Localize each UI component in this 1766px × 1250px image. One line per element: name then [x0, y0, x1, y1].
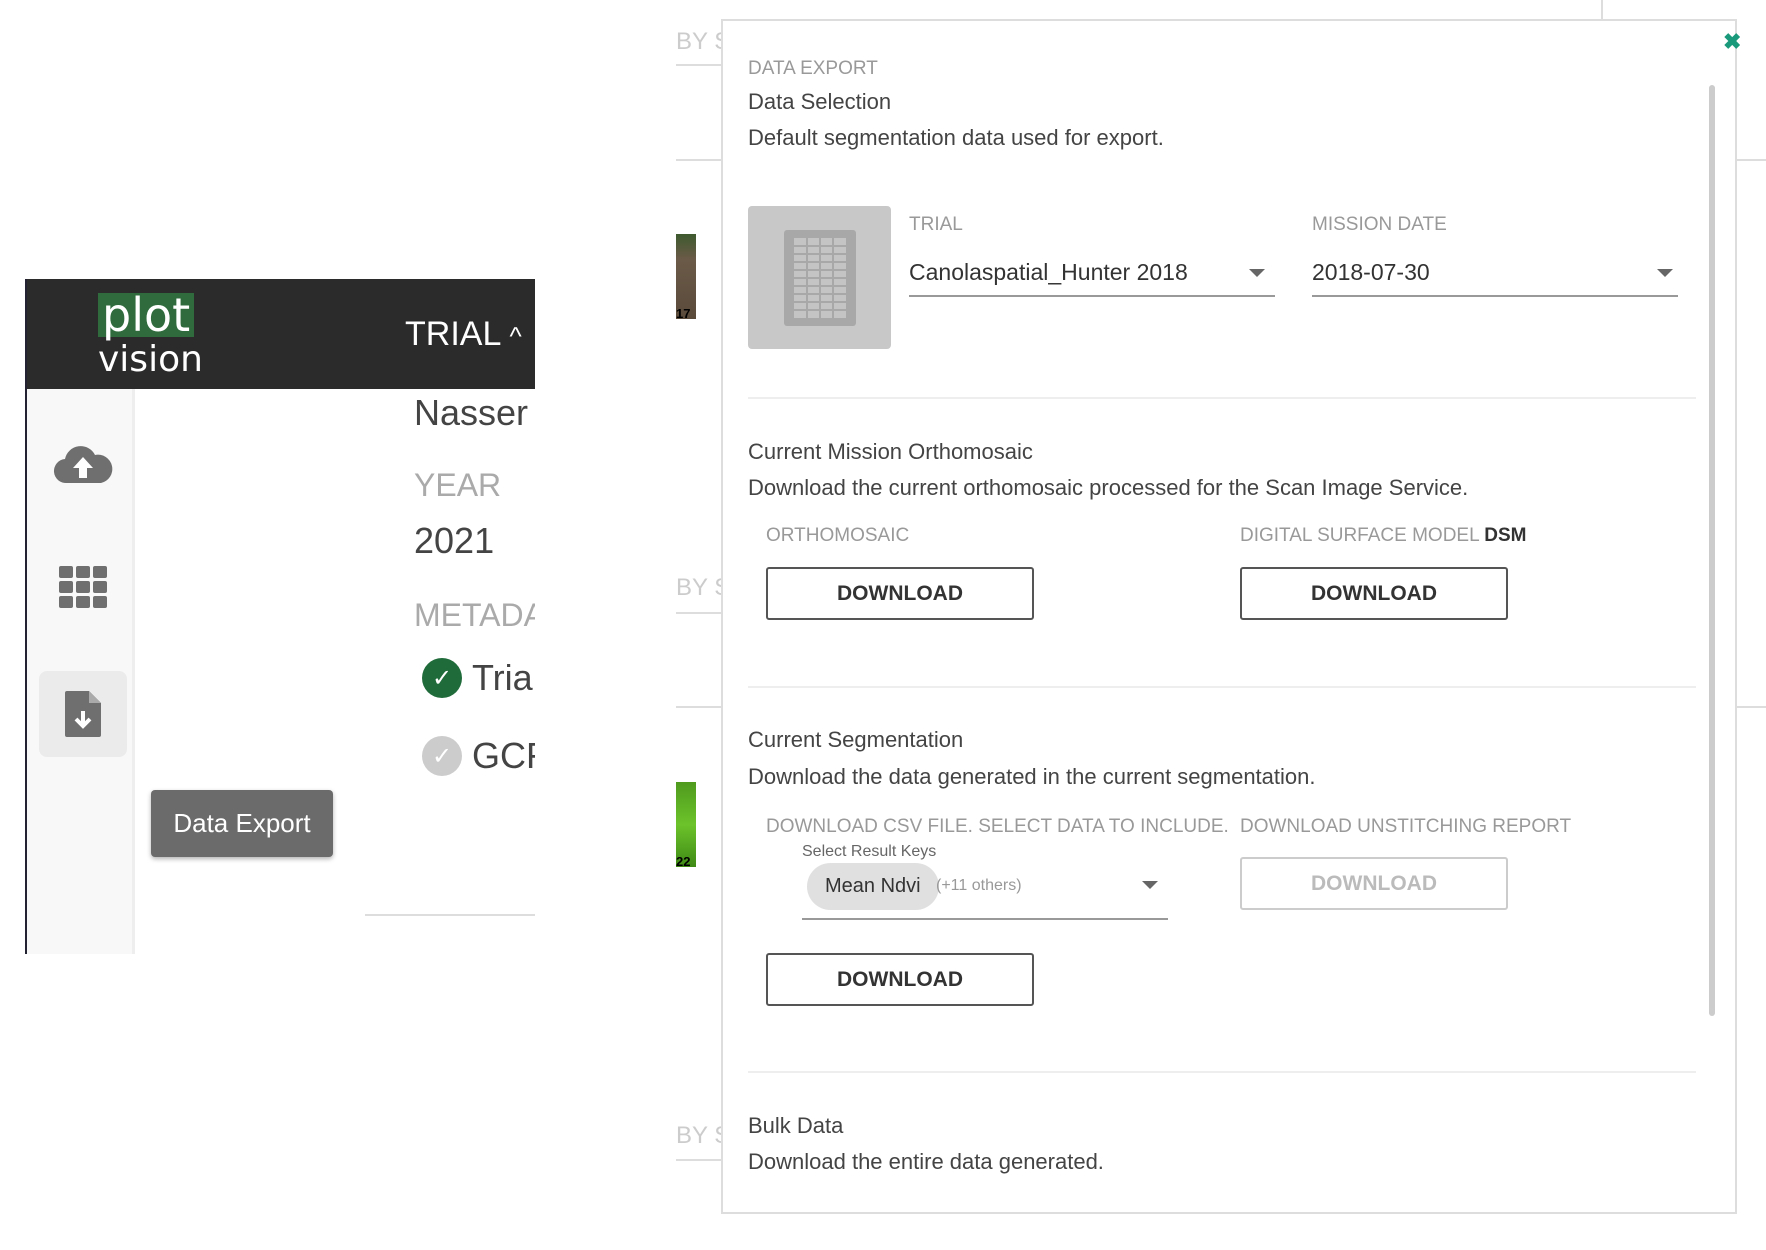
divider	[676, 159, 721, 161]
data-export-dialog: ✖ DATA EXPORT Data Selection Default seg…	[721, 19, 1741, 1214]
chevron-down-icon	[1142, 881, 1158, 889]
sidebar: Data Export	[27, 389, 333, 954]
divider	[676, 612, 721, 614]
metadata-item-label: GCF	[472, 735, 535, 776]
mission-date-select[interactable]: 2018-07-30	[1312, 255, 1678, 297]
divider	[676, 64, 721, 66]
download-unstitching-button[interactable]: DOWNLOAD	[1240, 857, 1508, 910]
mission-date-label: MISSION DATE	[1312, 214, 1447, 235]
metadata-item-trial[interactable]: ✓ Trial	[422, 657, 535, 699]
plots-grid-button[interactable]	[39, 544, 127, 630]
trial-header-label: TRIAL	[405, 315, 501, 353]
year-label: YEAR	[414, 467, 502, 503]
dialog-caption: DATA EXPORT	[748, 58, 878, 79]
cloud-upload-icon	[53, 446, 113, 484]
check-circle-icon: ✓	[422, 658, 462, 698]
divider	[748, 397, 1696, 399]
thumbnail-label: 17	[676, 306, 691, 321]
result-keys-select[interactable]: Mean Ndvi (+11 others)	[802, 863, 1168, 921]
app-header: plot vision TRIAL ^	[27, 279, 535, 389]
section-title: Data Selection	[748, 89, 892, 114]
divider	[676, 706, 721, 708]
close-icon[interactable]: ✖	[1723, 29, 1741, 55]
divider	[1737, 706, 1766, 708]
chevron-down-icon	[1657, 269, 1673, 277]
dsm-label-text: DIGITAL SURFACE MODEL	[1240, 525, 1479, 546]
data-export-button[interactable]	[39, 671, 127, 757]
dsm-abbrev: DSM	[1484, 525, 1527, 546]
download-dsm-button[interactable]: DOWNLOAD	[1240, 567, 1508, 620]
divider	[1737, 159, 1766, 161]
trial-select-value: Canolaspatial_Hunter 2018	[909, 259, 1188, 285]
trial-header[interactable]: TRIAL ^	[405, 315, 522, 354]
trial-select[interactable]: Canolaspatial_Hunter 2018	[909, 255, 1275, 297]
section-description: Download the entire data generated.	[748, 1149, 1104, 1174]
result-keys-label: Select Result Keys	[802, 843, 937, 860]
section-title: Current Segmentation	[748, 727, 964, 752]
logo: plot	[98, 292, 195, 338]
year-value: 2021	[414, 520, 495, 561]
trial-label: TRIAL	[909, 214, 963, 235]
unstitching-label: DOWNLOAD UNSTITCHING REPORT	[1240, 816, 1572, 837]
divider	[1601, 0, 1603, 19]
download-orthomosaic-button[interactable]: DOWNLOAD	[766, 567, 1034, 620]
upload-button[interactable]	[39, 421, 127, 507]
trial-owner: Nasser	[414, 392, 529, 433]
file-download-icon	[65, 691, 101, 737]
mission-date-value: 2018-07-30	[1312, 259, 1430, 285]
metadata-label: METADA	[414, 597, 535, 633]
thumbnail-label: 22	[676, 854, 691, 869]
section-title: Current Mission Orthomosaic	[748, 439, 1033, 464]
trial-thumbnail	[748, 206, 891, 349]
divider	[748, 1071, 1696, 1073]
dsm-label: DIGITAL SURFACE MODEL DSM	[1240, 525, 1526, 547]
others-count: (+11 others)	[936, 877, 1022, 894]
field-plots-icon	[783, 229, 856, 326]
section-description: Download the current orthomosaic process…	[748, 475, 1469, 500]
chevron-up-icon: ^	[509, 321, 522, 351]
metadata-item-label: Trial	[472, 657, 535, 698]
grid-icon	[59, 566, 107, 608]
divider	[748, 686, 1696, 688]
csv-label: DOWNLOAD CSV FILE. SELECT DATA TO INCLUD…	[766, 816, 1229, 837]
chevron-down-icon	[1249, 269, 1265, 277]
divider	[676, 1159, 721, 1161]
check-circle-icon: ✓	[422, 736, 462, 776]
orthomosaic-label: ORTHOMOSAIC	[766, 525, 910, 546]
app-panel: plot vision TRIAL ^ Data Export Nasser Y…	[25, 279, 535, 954]
logo-subtitle: vision	[98, 339, 203, 380]
section-title: Bulk Data	[748, 1113, 844, 1138]
metadata-item-gcf[interactable]: ✓ GCF	[422, 735, 535, 777]
section-description: Download the data generated in the curre…	[748, 764, 1316, 789]
tooltip: Data Export	[151, 790, 333, 857]
divider	[365, 914, 535, 916]
section-description: Default segmentation data used for expor…	[748, 125, 1164, 150]
download-csv-button[interactable]: DOWNLOAD	[766, 953, 1034, 1006]
result-key-chip[interactable]: Mean Ndvi	[807, 863, 939, 910]
scrollbar[interactable]	[1709, 85, 1715, 1016]
